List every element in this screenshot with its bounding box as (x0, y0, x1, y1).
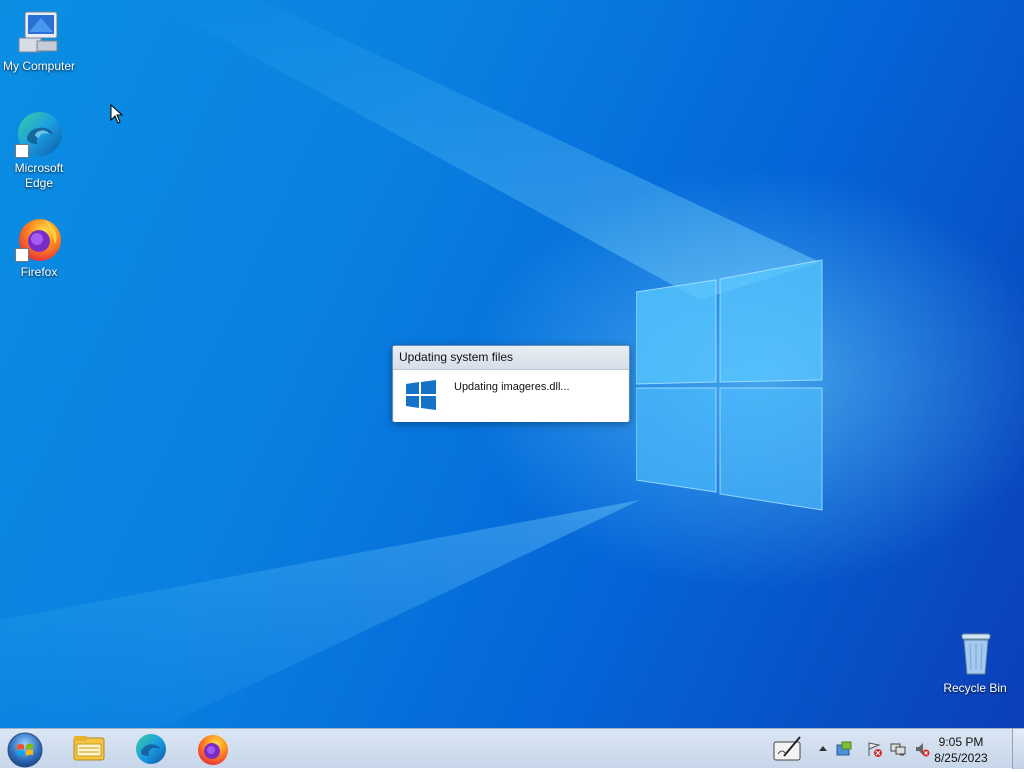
action-center-flag-icon[interactable] (866, 741, 882, 757)
desktop-icon-label: Recycle Bin (943, 681, 1007, 695)
file-explorer-icon (73, 736, 105, 761)
update-dialog[interactable]: Updating system files Updating imageres.… (392, 345, 630, 422)
windows-logo-icon (406, 380, 436, 410)
dialog-message: Updating imageres.dll... (454, 381, 570, 393)
dialog-title[interactable]: Updating system files (393, 346, 629, 370)
taskbar-edge[interactable] (127, 731, 175, 767)
desktop-icon-label: My Computer (2, 59, 76, 73)
desktop-icon-label: Microsoft Edge (14, 161, 64, 190)
clock-time: 9:05 PM (938, 735, 984, 749)
taskbar-firefox[interactable] (189, 731, 237, 767)
network-icon[interactable] (890, 741, 906, 757)
show-desktop-button[interactable] (1012, 729, 1024, 769)
computer-icon (15, 8, 63, 56)
wallpaper-windows-logo (636, 259, 823, 511)
edge-icon (136, 734, 166, 764)
start-button[interactable] (6, 730, 44, 768)
windows-update-icon[interactable] (836, 741, 852, 757)
pen-tablet-icon[interactable] (772, 734, 804, 764)
taskbar-file-explorer[interactable] (65, 731, 113, 767)
edge-icon (15, 110, 63, 158)
show-hidden-icons-chevron[interactable] (815, 741, 831, 757)
desktop[interactable]: My Computer Microsoft Edge Firefox Recyc… (0, 0, 1024, 728)
desktop-icon-label: Firefox (20, 265, 58, 279)
recycle-bin-icon (951, 630, 999, 678)
shortcut-arrow-icon (15, 248, 29, 262)
desktop-icon-my-computer[interactable]: My Computer (1, 8, 77, 74)
desktop-icon-microsoft-edge[interactable]: Microsoft Edge (1, 110, 77, 191)
shortcut-arrow-icon (15, 144, 29, 158)
taskbar: 9:05 PM 8/25/2023 (0, 728, 1024, 769)
desktop-icon-recycle-bin[interactable]: Recycle Bin (937, 630, 1013, 696)
desktop-icon-firefox[interactable]: Firefox (1, 214, 77, 280)
firefox-icon (198, 735, 228, 765)
clock-date: 8/25/2023 (934, 751, 988, 765)
dialog-body: Updating imageres.dll... (394, 370, 628, 422)
volume-muted-icon[interactable] (914, 741, 930, 757)
taskbar-clock[interactable]: 9:05 PM 8/25/2023 (930, 734, 992, 766)
mouse-cursor-icon (110, 104, 124, 124)
firefox-icon (15, 214, 63, 262)
